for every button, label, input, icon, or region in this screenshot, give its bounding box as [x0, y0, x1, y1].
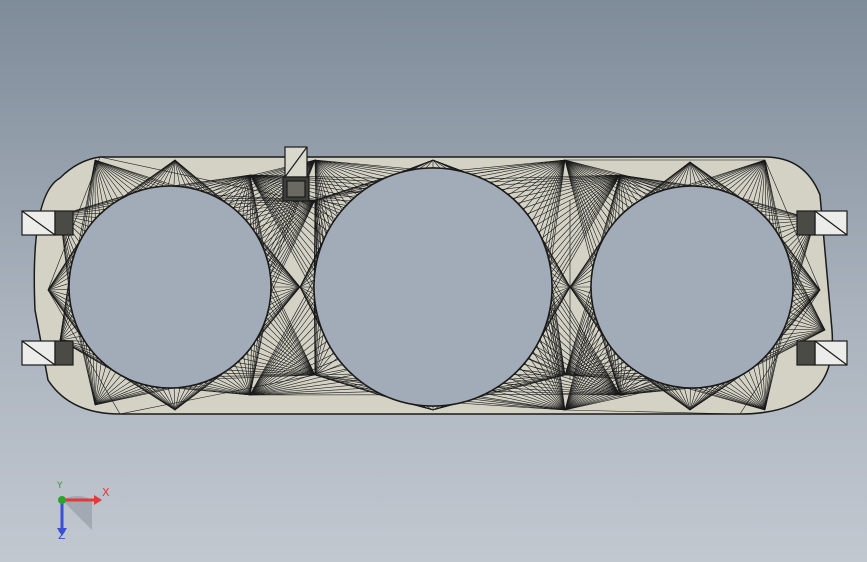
gauge-hole-right [590, 185, 794, 389]
clip-left-bottom [21, 340, 74, 366]
gauge-hole-left [68, 185, 272, 389]
z-axis-label: Z [58, 529, 66, 542]
x-axis-label: X [102, 486, 110, 499]
gauge-holes [68, 167, 794, 407]
gauge-hole-center [313, 167, 553, 407]
top-tab [282, 146, 310, 202]
clip-left-top [21, 210, 74, 236]
clip-right-top [796, 210, 848, 236]
gauge-panel-model[interactable] [0, 0, 867, 562]
model-viewport[interactable]: X Y Z [0, 0, 867, 562]
clip-right-bottom [796, 340, 848, 366]
y-axis-point [58, 496, 66, 504]
y-axis-label: Y [57, 481, 63, 491]
